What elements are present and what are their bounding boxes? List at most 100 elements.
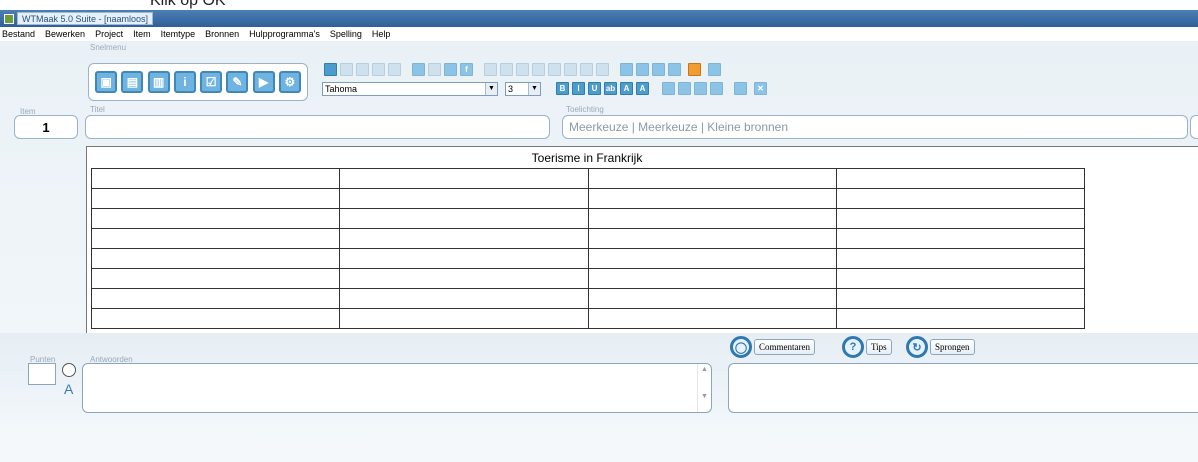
item-number-field[interactable]: 1 xyxy=(14,115,78,139)
commentaren-button[interactable]: ◯ Commentaren xyxy=(730,336,815,358)
link-icon[interactable] xyxy=(516,63,529,76)
document-icon[interactable]: ▥ xyxy=(147,71,170,93)
menu-help[interactable]: Help xyxy=(372,29,391,39)
table-cell[interactable] xyxy=(835,248,1086,269)
table-icon[interactable] xyxy=(532,63,545,76)
comment-textarea[interactable] xyxy=(728,363,1198,413)
table-cell[interactable] xyxy=(90,308,341,329)
table-cell[interactable] xyxy=(835,168,1086,189)
table-cell[interactable] xyxy=(339,188,589,209)
preview-icon[interactable] xyxy=(388,63,401,76)
table-cell[interactable] xyxy=(587,168,837,189)
table-cell[interactable] xyxy=(90,268,341,289)
table-cell[interactable] xyxy=(339,248,589,269)
image-icon[interactable]: ▤ xyxy=(121,71,144,93)
justify-icon[interactable] xyxy=(694,82,707,95)
font-size-select[interactable]: 3 ▼ xyxy=(505,82,541,96)
sub-icon[interactable] xyxy=(596,63,609,76)
table-cell[interactable] xyxy=(339,168,589,189)
edit-icon[interactable]: ✎ xyxy=(226,71,249,93)
checkbox-icon[interactable]: ☑ xyxy=(200,71,223,93)
symbol-icon[interactable] xyxy=(548,63,561,76)
open-icon[interactable] xyxy=(340,63,353,76)
table-cell[interactable] xyxy=(90,228,341,249)
menu-bronnen[interactable]: Bronnen xyxy=(205,29,239,39)
table-cell[interactable] xyxy=(587,288,837,309)
answer-textarea[interactable]: ▲ ▼ xyxy=(82,363,712,413)
table-cell[interactable] xyxy=(339,308,589,329)
italic-f-icon[interactable]: f xyxy=(460,63,473,76)
table-cell[interactable] xyxy=(587,248,837,269)
title-field[interactable] xyxy=(85,115,550,139)
save-icon[interactable] xyxy=(356,63,369,76)
table-cell[interactable] xyxy=(587,268,837,289)
table-cell[interactable] xyxy=(339,228,589,249)
settings-icon[interactable]: ⚙ xyxy=(278,71,301,93)
menu-itemtype[interactable]: Itemtype xyxy=(161,29,196,39)
table-cell[interactable] xyxy=(90,288,341,309)
list-icon[interactable] xyxy=(652,63,665,76)
table-cell[interactable] xyxy=(90,248,341,269)
media-icon[interactable]: ▶ xyxy=(252,71,275,93)
table-cell[interactable] xyxy=(90,188,341,209)
table-cell[interactable] xyxy=(835,208,1086,229)
table-cell[interactable] xyxy=(587,228,837,249)
info-icon[interactable]: i xyxy=(173,71,196,93)
table-cell[interactable] xyxy=(835,288,1086,309)
numbered-list-icon[interactable] xyxy=(668,63,681,76)
align-center-icon[interactable] xyxy=(636,63,649,76)
table-cell[interactable] xyxy=(587,308,837,329)
line-icon[interactable] xyxy=(564,63,577,76)
table-cell[interactable] xyxy=(835,228,1086,249)
align-left-icon[interactable] xyxy=(620,63,633,76)
content-table[interactable] xyxy=(90,168,1086,329)
menu-bestand[interactable]: Bestand xyxy=(2,29,35,39)
points-input[interactable] xyxy=(28,363,56,385)
table-cell[interactable] xyxy=(835,268,1086,289)
table-cell[interactable] xyxy=(339,268,589,289)
image-insert-icon[interactable] xyxy=(688,63,701,76)
answer-scrollbar[interactable]: ▲ ▼ xyxy=(697,364,711,412)
sound-icon[interactable] xyxy=(708,63,721,76)
font-color-icon[interactable]: A xyxy=(620,82,633,95)
italic-icon[interactable]: I xyxy=(572,82,585,95)
new-doc-icon[interactable] xyxy=(324,63,337,76)
align-right-icon[interactable] xyxy=(710,82,723,95)
undo-icon[interactable] xyxy=(484,63,497,76)
print-icon[interactable] xyxy=(372,63,385,76)
table-cell[interactable] xyxy=(835,308,1086,329)
tips-button[interactable]: ? Tips xyxy=(842,336,892,358)
outdent-icon[interactable] xyxy=(678,82,691,95)
table-cell[interactable] xyxy=(90,168,341,189)
hr-icon[interactable] xyxy=(580,63,593,76)
paste-icon[interactable] xyxy=(444,63,457,76)
table-cell[interactable] xyxy=(339,288,589,309)
table-cell[interactable] xyxy=(587,188,837,209)
redo-icon[interactable] xyxy=(500,63,513,76)
table-cell[interactable] xyxy=(835,188,1086,209)
menu-spelling[interactable]: Spelling xyxy=(330,29,362,39)
menu-item[interactable]: Item xyxy=(133,29,151,39)
table-cell[interactable] xyxy=(587,208,837,229)
menu-project[interactable]: Project xyxy=(95,29,123,39)
menu-bewerken[interactable]: Bewerken xyxy=(45,29,85,39)
bold-icon[interactable]: B xyxy=(556,82,569,95)
menu-hulpprogrammas[interactable]: Hulpprogramma's xyxy=(249,29,320,39)
highlight-icon[interactable]: A xyxy=(636,82,649,95)
strikethrough-icon[interactable]: ab xyxy=(604,82,617,95)
toelichting-field[interactable]: Meerkeuze | Meerkeuze | Kleine bronnen xyxy=(562,115,1188,139)
export-icon[interactable] xyxy=(734,82,747,95)
indent-icon[interactable] xyxy=(662,82,675,95)
table-cell[interactable] xyxy=(339,208,589,229)
extra-field[interactable] xyxy=(1190,115,1198,139)
underline-icon[interactable]: U xyxy=(588,82,601,95)
cut-icon[interactable] xyxy=(412,63,425,76)
font-name-select[interactable]: Tahoma ▼ xyxy=(322,82,498,96)
table-cell[interactable] xyxy=(90,208,341,229)
close-icon[interactable]: ✕ xyxy=(754,82,767,95)
chevron-down-icon[interactable]: ▼ xyxy=(528,83,540,95)
sprongen-button[interactable]: ↻ Sprongen xyxy=(906,336,975,358)
chevron-down-icon[interactable]: ▼ xyxy=(485,83,497,95)
new-item-icon[interactable]: ▣ xyxy=(95,71,118,93)
answer-radio[interactable] xyxy=(62,363,76,377)
